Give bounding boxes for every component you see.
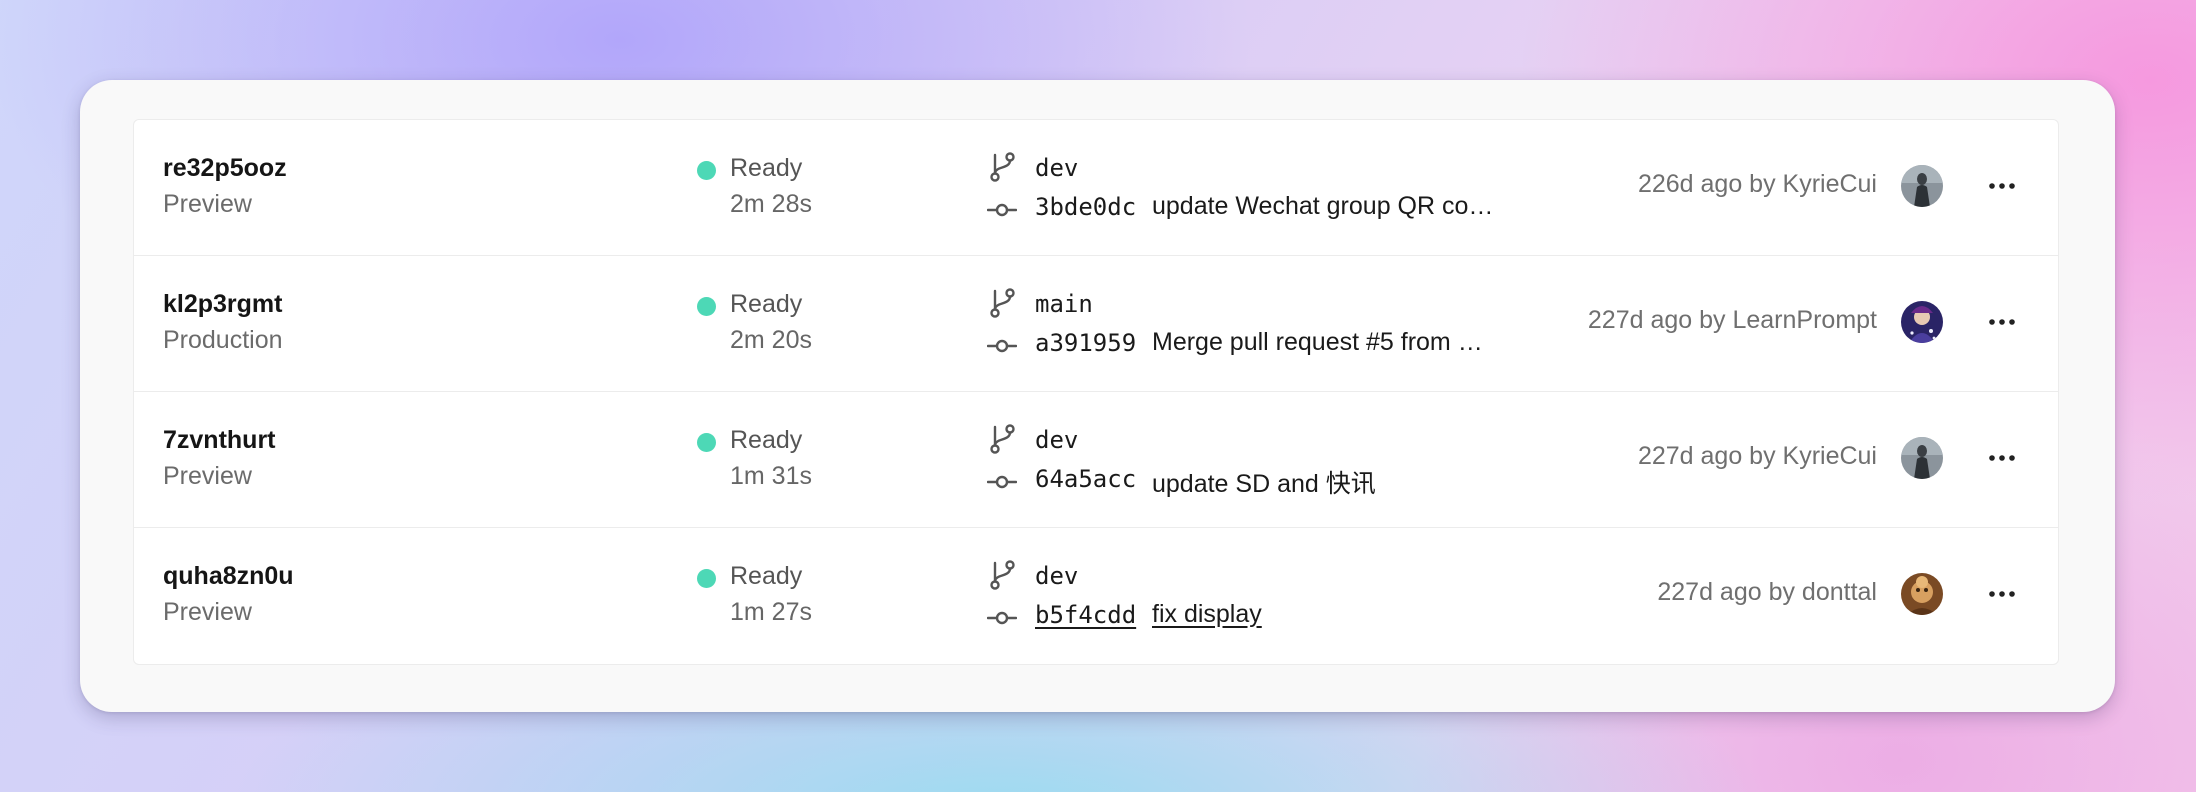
commit-message[interactable]: update SD and 快讯 [1152, 464, 1376, 500]
status-dot-icon [697, 161, 716, 180]
commit-hash-link[interactable]: b5f4cdd [1035, 601, 1136, 629]
deployment-status: Ready [730, 154, 803, 182]
commit-message[interactable]: update Wechat group QR co… [1152, 192, 1493, 221]
avatar[interactable] [1901, 573, 1943, 615]
status-dot-icon [697, 569, 716, 588]
branch-name[interactable]: dev [1035, 562, 1078, 590]
more-horizontal-icon[interactable] [1987, 446, 2017, 470]
deployment-environment: Preview [163, 598, 252, 626]
commit-hash[interactable]: 64a5acc [1035, 465, 1136, 493]
deployment-status: Ready [730, 562, 803, 590]
avatar[interactable] [1901, 301, 1943, 343]
git-branch-icon [990, 424, 1015, 454]
git-commit-icon [987, 475, 1017, 489]
deployment-meta: 227d ago by KyrieCui [1637, 442, 1877, 470]
git-commit-icon [987, 339, 1017, 353]
deployment-id[interactable]: 7zvnthurt [163, 426, 276, 455]
commit-hash[interactable]: 3bde0dc [1035, 193, 1136, 221]
avatar[interactable] [1901, 165, 1943, 207]
git-branch-icon [990, 152, 1015, 182]
more-horizontal-icon[interactable] [1987, 582, 2017, 606]
deployment-row[interactable]: kl2p3rgmt Production Ready 2m 20s main a… [134, 256, 2058, 392]
deployment-id[interactable]: quha8zn0u [163, 562, 294, 591]
deployment-row[interactable]: 7zvnthurt Preview Ready 1m 31s dev 64a5a… [134, 392, 2058, 528]
commit-hash[interactable]: a391959 [1035, 329, 1136, 357]
git-branch-icon [990, 560, 1015, 590]
deployment-status: Ready [730, 426, 803, 454]
deployment-row[interactable]: quha8zn0u Preview Ready 1m 27s dev b5f4c… [134, 528, 2058, 664]
avatar[interactable] [1901, 437, 1943, 479]
deployment-duration: 2m 20s [730, 326, 812, 354]
more-horizontal-icon[interactable] [1987, 310, 2017, 334]
deployment-id[interactable]: re32p5ooz [163, 154, 287, 183]
status-dot-icon [697, 433, 716, 452]
branch-name[interactable]: main [1035, 290, 1093, 318]
deployment-environment: Preview [163, 462, 252, 490]
deployment-environment: Preview [163, 190, 252, 218]
deployment-status: Ready [730, 290, 803, 318]
more-horizontal-icon[interactable] [1987, 174, 2017, 198]
commit-message-link[interactable]: fix display [1152, 600, 1262, 629]
deployment-meta: 227d ago by LearnPrompt [1587, 306, 1877, 334]
deployment-row[interactable]: re32p5ooz Preview Ready 2m 28s dev 3bde0… [134, 120, 2058, 256]
deployment-environment: Production [163, 326, 283, 354]
commit-message[interactable]: Merge pull request #5 from … [1152, 328, 1483, 357]
deployments-card: re32p5ooz Preview Ready 2m 28s dev 3bde0… [80, 80, 2115, 712]
git-branch-icon [990, 288, 1015, 318]
deployment-duration: 1m 27s [730, 598, 812, 626]
deployment-id[interactable]: kl2p3rgmt [163, 290, 282, 319]
deployment-duration: 1m 31s [730, 462, 812, 490]
deployment-meta: 226d ago by KyrieCui [1637, 170, 1877, 198]
deployments-table: re32p5ooz Preview Ready 2m 28s dev 3bde0… [133, 119, 2059, 665]
branch-name[interactable]: dev [1035, 426, 1078, 454]
git-commit-icon [987, 611, 1017, 625]
deployment-duration: 2m 28s [730, 190, 812, 218]
status-dot-icon [697, 297, 716, 316]
git-commit-icon [987, 203, 1017, 217]
branch-name[interactable]: dev [1035, 154, 1078, 182]
deployment-meta: 227d ago by donttal [1657, 578, 1877, 606]
